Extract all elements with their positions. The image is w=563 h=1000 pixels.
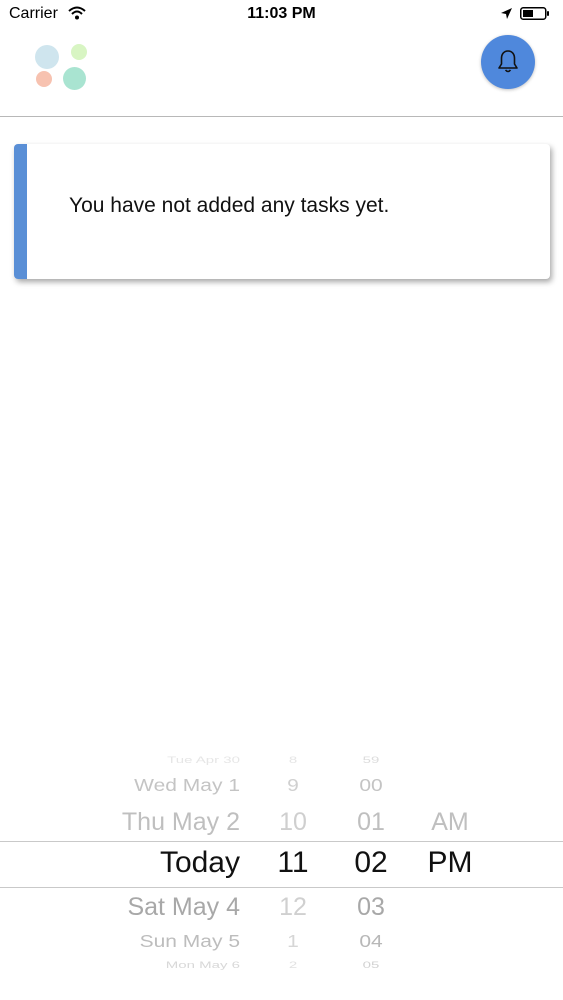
picker-minute-option[interactable]: 59	[340, 755, 402, 765]
logo-dot	[71, 44, 87, 60]
card-accent-bar	[14, 144, 27, 279]
logo-dot	[35, 45, 59, 69]
picker-minute-option[interactable]: 05	[340, 960, 402, 970]
picker-day-selected[interactable]: Today	[80, 846, 240, 880]
picker-minute-option[interactable]: 01	[340, 808, 402, 837]
picker-ampm-selected[interactable]: PM	[412, 846, 488, 880]
picker-minute-option[interactable]: 04	[340, 932, 402, 952]
app-logo	[32, 42, 92, 94]
picker-minute-selected[interactable]: 02	[340, 846, 402, 880]
location-arrow-icon	[501, 8, 512, 19]
picker-hour-option[interactable]: 12	[262, 893, 324, 922]
picker-ampm-option[interactable]: AM	[412, 808, 488, 837]
picker-hour-option[interactable]: 8	[262, 755, 324, 765]
empty-tasks-message: You have not added any tasks yet.	[69, 194, 390, 217]
picker-minute-option[interactable]: 03	[340, 893, 402, 922]
picker-day-option[interactable]: Wed May 1	[80, 776, 240, 796]
status-time: 11:03 PM	[247, 5, 316, 22]
picker-hour-option[interactable]: 2	[262, 960, 324, 970]
app-header	[0, 30, 563, 117]
status-bar: Carrier 11:03 PM	[0, 0, 563, 30]
picker-hour-selected[interactable]: 11	[262, 846, 324, 880]
empty-tasks-card: You have not added any tasks yet.	[14, 144, 550, 279]
picker-hour-option[interactable]: 10	[262, 808, 324, 837]
picker-hour-option[interactable]: 1	[262, 932, 324, 952]
date-time-picker[interactable]: Tue Apr 30 Wed May 1 Thu May 2 Today Sat…	[0, 748, 563, 980]
logo-dot	[36, 71, 52, 87]
battery-icon	[520, 7, 549, 20]
picker-day-option[interactable]: Sat May 4	[80, 893, 240, 922]
picker-day-option[interactable]: Sun May 5	[80, 932, 240, 952]
picker-minute-option[interactable]: 00	[340, 776, 402, 796]
logo-dot	[63, 67, 86, 90]
picker-selection-top-line	[0, 841, 563, 842]
notifications-button[interactable]	[481, 35, 535, 89]
picker-hour-option[interactable]: 9	[262, 776, 324, 796]
picker-day-option[interactable]: Mon May 6	[80, 960, 240, 970]
bell-icon	[498, 50, 518, 73]
picker-day-option[interactable]: Tue Apr 30	[80, 755, 240, 765]
picker-day-option[interactable]: Thu May 2	[80, 808, 240, 837]
picker-selection-bottom-line	[0, 887, 563, 888]
